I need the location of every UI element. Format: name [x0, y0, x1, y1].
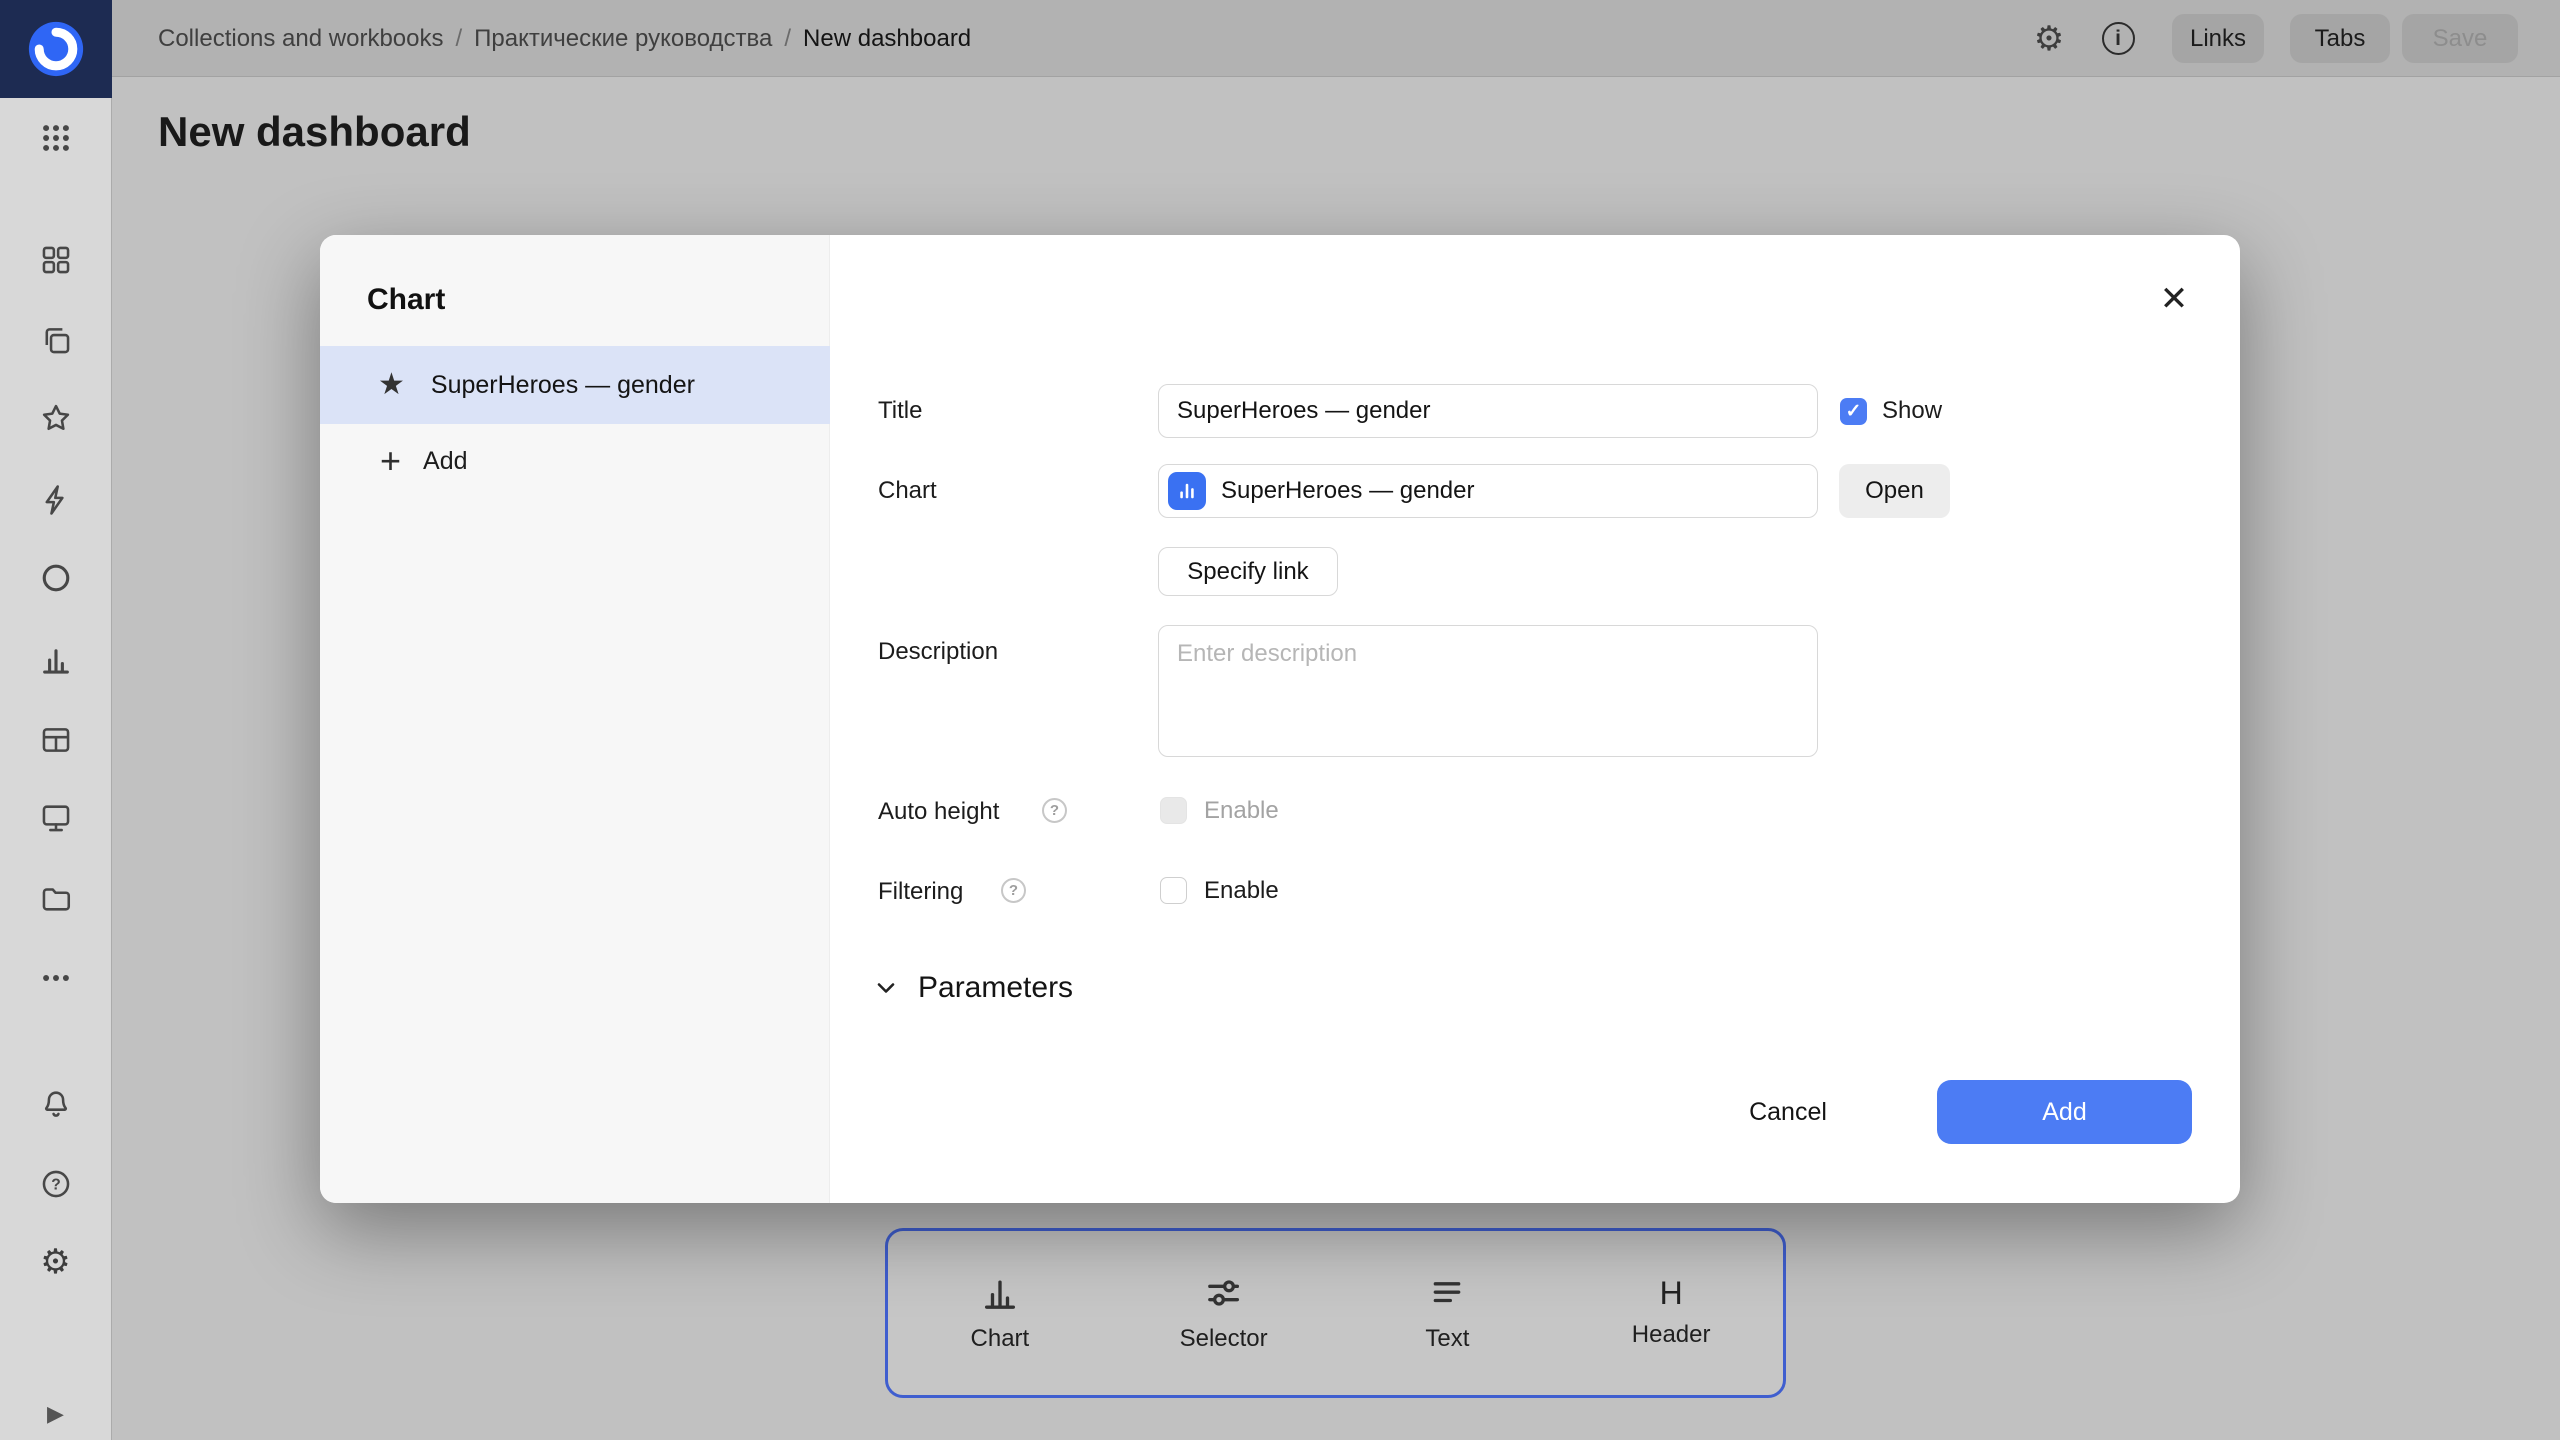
chevron-down-icon: [872, 974, 900, 1002]
check-icon: ✓: [1846, 400, 1862, 423]
plus-icon: +: [380, 443, 401, 479]
collections-icon[interactable]: [0, 318, 111, 362]
chart-select-field[interactable]: SuperHeroes — gender: [1158, 464, 1818, 518]
breadcrumb-current: New dashboard: [803, 25, 971, 53]
text-icon: [1427, 1273, 1467, 1313]
info-icon[interactable]: i: [2096, 0, 2140, 77]
add-item-button[interactable]: + Add: [320, 429, 830, 493]
specify-link-button[interactable]: Specify link: [1158, 547, 1338, 596]
files-icon[interactable]: [0, 876, 111, 920]
favorites-icon[interactable]: [0, 396, 111, 440]
toolbar-item-label: Header: [1632, 1321, 1711, 1349]
breadcrumb-separator: /: [455, 25, 462, 53]
app-root: ? ⚙ ▶ Collections and workbooks / Практи…: [0, 0, 2560, 1440]
links-button[interactable]: Links: [2172, 14, 2264, 63]
title-input[interactable]: [1158, 384, 1818, 438]
selector-icon: [1204, 1273, 1244, 1313]
expand-rail-icon[interactable]: ▶: [0, 1392, 111, 1436]
add-chart-dialog: Chart ★ SuperHeroes — gender + Add ✕ Tit…: [320, 235, 2240, 1203]
breadcrumb-workbook[interactable]: Практические руководства: [474, 25, 772, 53]
gear-glyph: ⚙: [2034, 22, 2064, 56]
toolbar-item-label: Selector: [1180, 1325, 1268, 1353]
chart-icon: [980, 1273, 1020, 1313]
auto-height-help-icon[interactable]: ?: [1042, 798, 1067, 823]
charts-icon[interactable]: [0, 638, 111, 682]
help-icon[interactable]: ?: [0, 1162, 111, 1206]
datalens-logo-icon: [25, 18, 87, 80]
dialog-panel-title: Chart: [367, 283, 445, 317]
star-icon: ★: [378, 370, 405, 400]
dashboard-settings-icon[interactable]: ⚙: [2027, 0, 2071, 77]
info-glyph: i: [2102, 22, 2135, 55]
gear-glyph: ⚙: [40, 1245, 70, 1279]
editor-icon[interactable]: [0, 796, 111, 840]
question-glyph: ?: [1009, 882, 1018, 899]
tables-icon[interactable]: [0, 718, 111, 762]
chart-select-value: SuperHeroes — gender: [1221, 477, 1474, 505]
datasets-icon[interactable]: [0, 556, 111, 600]
filtering-label: Filtering: [878, 878, 963, 906]
show-checkbox[interactable]: ✓: [1840, 398, 1867, 425]
toolbar-item-label: Chart: [971, 1325, 1030, 1353]
more-icon[interactable]: [0, 956, 111, 1000]
widget-toolbar: Chart Selector Text H Header: [885, 1228, 1786, 1398]
filtering-checkbox[interactable]: [1160, 877, 1187, 904]
breadcrumb: Collections and workbooks / Практические…: [158, 0, 971, 77]
filtering-enable-label: Enable: [1204, 877, 1279, 905]
auto-height-checkbox: [1160, 797, 1187, 824]
toolbar-item-label: Text: [1425, 1325, 1469, 1353]
cancel-button[interactable]: Cancel: [1718, 1080, 1858, 1144]
dialog-left-panel: Chart ★ SuperHeroes — gender + Add: [320, 235, 830, 1203]
toolbar-item-selector[interactable]: Selector: [1112, 1231, 1336, 1395]
filtering-help-icon[interactable]: ?: [1001, 878, 1026, 903]
settings-icon[interactable]: ⚙: [0, 1240, 111, 1284]
toolbar-item-chart[interactable]: Chart: [888, 1231, 1112, 1395]
description-label: Description: [878, 638, 998, 666]
apps-grid-icon[interactable]: [0, 116, 111, 160]
top-bar: Collections and workbooks / Практические…: [112, 0, 2560, 77]
close-icon: ✕: [2160, 279, 2189, 319]
toolbar-item-text[interactable]: Text: [1336, 1231, 1560, 1395]
parameters-toggle[interactable]: Parameters: [872, 971, 1073, 1005]
nav-rail: ? ⚙ ▶: [0, 0, 112, 1440]
description-textarea[interactable]: [1158, 625, 1818, 757]
add-item-label: Add: [423, 447, 467, 476]
dashboards-icon[interactable]: [0, 238, 111, 282]
add-button[interactable]: Add: [1937, 1080, 2192, 1144]
toolbar-item-header[interactable]: H Header: [1559, 1231, 1783, 1395]
svg-text:?: ?: [51, 1177, 61, 1194]
tabs-button[interactable]: Tabs: [2290, 14, 2390, 63]
header-icon: H: [1660, 1277, 1683, 1309]
save-button[interactable]: Save: [2402, 14, 2518, 63]
show-label: Show: [1882, 397, 1942, 425]
breadcrumb-collections[interactable]: Collections and workbooks: [158, 25, 443, 53]
close-dialog-button[interactable]: ✕: [2150, 275, 2198, 323]
chart-widget-icon: [1168, 472, 1206, 510]
play-glyph: ▶: [47, 1403, 64, 1425]
auto-height-enable-label: Enable: [1204, 797, 1279, 825]
page-title: New dashboard: [158, 108, 471, 156]
question-glyph: ?: [1050, 802, 1059, 819]
open-chart-button[interactable]: Open: [1839, 464, 1950, 518]
connections-icon[interactable]: [0, 478, 111, 522]
title-label: Title: [878, 397, 922, 425]
breadcrumb-separator: /: [784, 25, 791, 53]
list-item-superheroes-gender[interactable]: ★ SuperHeroes — gender: [320, 346, 830, 424]
list-item-label: SuperHeroes — gender: [431, 371, 695, 400]
parameters-label: Parameters: [918, 971, 1073, 1005]
notifications-icon[interactable]: [0, 1082, 111, 1126]
auto-height-label: Auto height: [878, 798, 999, 826]
app-logo[interactable]: [0, 0, 112, 98]
chart-label: Chart: [878, 477, 937, 505]
